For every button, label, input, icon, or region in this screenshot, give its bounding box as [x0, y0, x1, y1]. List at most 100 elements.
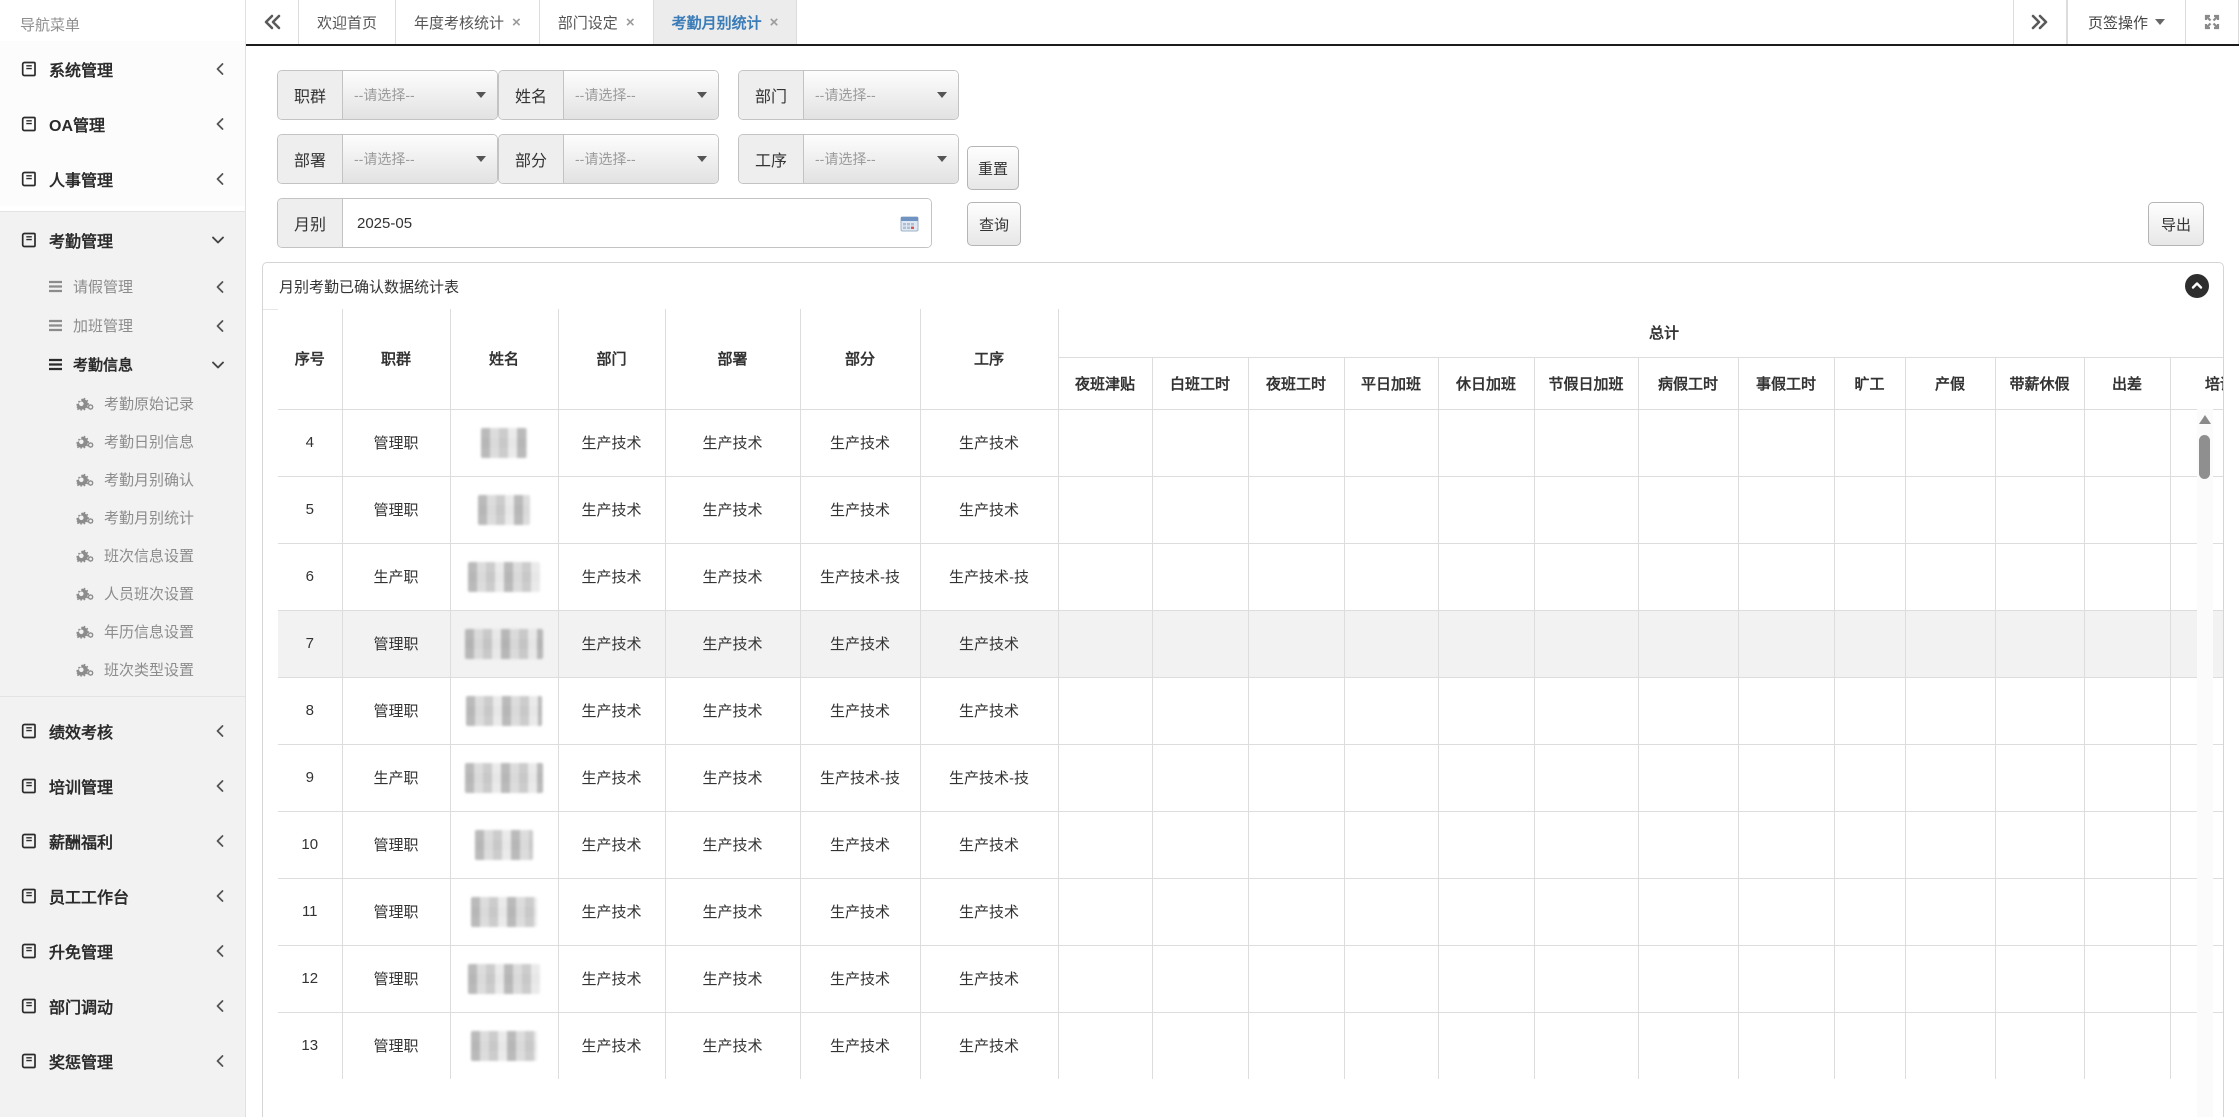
- double-chevron-left-icon: [263, 14, 281, 30]
- cell-value-empty: [1834, 610, 1905, 677]
- scroll-tabs-right-button[interactable]: [2013, 0, 2067, 44]
- sidebar-item-员工工作台[interactable]: 员工工作台: [0, 868, 245, 923]
- sidebar-item-label: 请假管理: [73, 276, 133, 297]
- column-header-部门: 部门: [558, 309, 665, 409]
- table-row-5[interactable]: 5管理职生产技术生产技术生产技术生产技术: [278, 476, 2223, 543]
- sidebar-item-培训管理[interactable]: 培训管理: [0, 758, 245, 813]
- app-window: 导航菜单 系统管理OA管理人事管理 考勤管理请假管理加班管理考勤信息考勤原始记录…: [0, 0, 2239, 1117]
- sidebar-item-薪酬福利[interactable]: 薪酬福利: [0, 813, 245, 868]
- sidebar-item-label: 考勤管理: [49, 228, 113, 252]
- cell-value-empty: [1534, 1012, 1638, 1079]
- month-input[interactable]: [355, 214, 839, 233]
- column-header-节假日加班: 节假日加班: [1534, 357, 1638, 409]
- sidebar-item-考勤日别信息[interactable]: 考勤日别信息: [0, 422, 245, 460]
- close-tab-icon[interactable]: ×: [770, 15, 779, 30]
- gears-icon: [76, 586, 95, 601]
- caret-down-icon: [2155, 19, 2165, 25]
- table-row-9[interactable]: 9生产职生产技术生产技术生产技术-技生产技术-技: [278, 744, 2223, 811]
- close-tab-icon[interactable]: ×: [512, 15, 521, 30]
- scroll-tabs-left-button[interactable]: [246, 0, 299, 44]
- sidebar-top-group: 系统管理OA管理人事管理: [0, 41, 245, 206]
- book-icon: [20, 888, 37, 904]
- sidebar-item-请假管理[interactable]: 请假管理: [0, 267, 245, 306]
- sidebar-item-label: 奖惩管理: [49, 1049, 113, 1073]
- close-tab-icon[interactable]: ×: [626, 15, 635, 30]
- reset-button[interactable]: 重置: [967, 146, 1019, 190]
- book-icon: [20, 833, 37, 849]
- table-row-12[interactable]: 12管理职生产技术生产技术生产技术生产技术: [278, 945, 2223, 1012]
- sidebar-item-人事管理[interactable]: 人事管理: [0, 151, 245, 206]
- sidebar-item-label: 培训管理: [49, 774, 113, 798]
- cell-value-empty: [1534, 677, 1638, 744]
- table-cell: 生产技术: [920, 610, 1058, 677]
- sidebar-item-系统管理[interactable]: 系统管理: [0, 41, 245, 96]
- filter-select[interactable]: --请选择--: [564, 71, 718, 119]
- search-button[interactable]: 查询: [967, 202, 1021, 246]
- sidebar-item-班次类型设置[interactable]: 班次类型设置: [0, 650, 245, 688]
- tab-年度考核统计[interactable]: 年度考核统计 ×: [396, 0, 540, 44]
- sidebar-item-考勤月别统计[interactable]: 考勤月别统计: [0, 498, 245, 536]
- cell-value-empty: [1344, 945, 1438, 1012]
- sidebar-item-考勤信息[interactable]: 考勤信息: [0, 345, 245, 384]
- sidebar-item-部门调动[interactable]: 部门调动: [0, 978, 245, 1033]
- tab-欢迎首页[interactable]: 欢迎首页: [299, 0, 396, 44]
- table-cell: 生产技术: [558, 543, 665, 610]
- table-cell: 生产职: [342, 744, 450, 811]
- table-row-11[interactable]: 11管理职生产技术生产技术生产技术生产技术: [278, 878, 2223, 945]
- sidebar-item-加班管理[interactable]: 加班管理: [0, 306, 245, 345]
- cell-value-empty: [1738, 945, 1834, 1012]
- cell-value-empty: [1834, 744, 1905, 811]
- cell-value-empty: [1248, 677, 1344, 744]
- list-icon: [48, 358, 63, 371]
- sidebar-item-年历信息设置[interactable]: 年历信息设置: [0, 612, 245, 650]
- table-row-10[interactable]: 10管理职生产技术生产技术生产技术生产技术: [278, 811, 2223, 878]
- sidebar-item-人员班次设置[interactable]: 人员班次设置: [0, 574, 245, 612]
- tab-部门设定[interactable]: 部门设定×: [540, 0, 654, 44]
- column-header-病假工时: 病假工时: [1638, 357, 1738, 409]
- filter-select[interactable]: --请选择--: [804, 71, 958, 119]
- filter-select[interactable]: --请选择--: [343, 135, 497, 183]
- sidebar-item-OA管理[interactable]: OA管理: [0, 96, 245, 151]
- cell-value-empty: [2084, 476, 2170, 543]
- sidebar-item-考勤原始记录[interactable]: 考勤原始记录: [0, 384, 245, 422]
- sidebar-item-奖惩管理[interactable]: 奖惩管理: [0, 1033, 245, 1088]
- cell-value-empty: [1152, 543, 1248, 610]
- calendar-icon[interactable]: [900, 215, 919, 232]
- table-cell: 生产技术: [665, 677, 800, 744]
- table-row-13[interactable]: 13管理职生产技术生产技术生产技术生产技术: [278, 1012, 2223, 1079]
- filter-select[interactable]: --请选择--: [804, 135, 958, 183]
- tab-label: 年度考核统计: [414, 12, 504, 33]
- table-cell: 生产职: [342, 543, 450, 610]
- fullscreen-button[interactable]: [2185, 0, 2239, 44]
- sidebar-item-label: 班次类型设置: [104, 659, 194, 680]
- sidebar-item-升免管理[interactable]: 升免管理: [0, 923, 245, 978]
- table-row-7[interactable]: 7管理职生产技术生产技术生产技术生产技术: [278, 610, 2223, 677]
- masked-name: [475, 830, 533, 860]
- tab-考勤月别统计[interactable]: 考勤月别统计×: [654, 0, 798, 44]
- cell-value-empty: [1905, 744, 1995, 811]
- column-header-旷工: 旷工: [1834, 357, 1905, 409]
- table-row-4[interactable]: 4管理职生产技术生产技术生产技术生产技术: [278, 409, 2223, 476]
- cell-value-empty: [1152, 811, 1248, 878]
- scroll-up-arrow[interactable]: [2199, 415, 2211, 424]
- sidebar-item-绩效考核[interactable]: 绩效考核: [0, 703, 245, 758]
- filter-select[interactable]: --请选择--: [564, 135, 718, 183]
- cell-value-empty: [1638, 677, 1738, 744]
- export-button[interactable]: 导出: [2148, 202, 2204, 246]
- masked-name: [466, 696, 542, 726]
- table-row-6[interactable]: 6生产职生产技术生产技术生产技术-技生产技术-技: [278, 543, 2223, 610]
- collapse-panel-button[interactable]: [2185, 274, 2209, 298]
- sidebar-item-考勤月别确认[interactable]: 考勤月别确认: [0, 460, 245, 498]
- caret-down-icon: [476, 156, 486, 162]
- sidebar-item-班次信息设置[interactable]: 班次信息设置: [0, 536, 245, 574]
- sidebar-item-考勤管理[interactable]: 考勤管理: [0, 212, 245, 267]
- table-cell: 生产技术-技: [800, 543, 920, 610]
- tab-operations-dropdown[interactable]: 页签操作: [2067, 0, 2185, 44]
- vertical-scroll-thumb[interactable]: [2199, 435, 2210, 479]
- sidebar-item-label: 加班管理: [73, 315, 133, 336]
- filter-select[interactable]: --请选择--: [343, 71, 497, 119]
- cell-value-empty: [1058, 543, 1152, 610]
- table-row-8[interactable]: 8管理职生产技术生产技术生产技术生产技术: [278, 677, 2223, 744]
- cell-value-empty: [1834, 945, 1905, 1012]
- cell-value-empty: [2084, 543, 2170, 610]
